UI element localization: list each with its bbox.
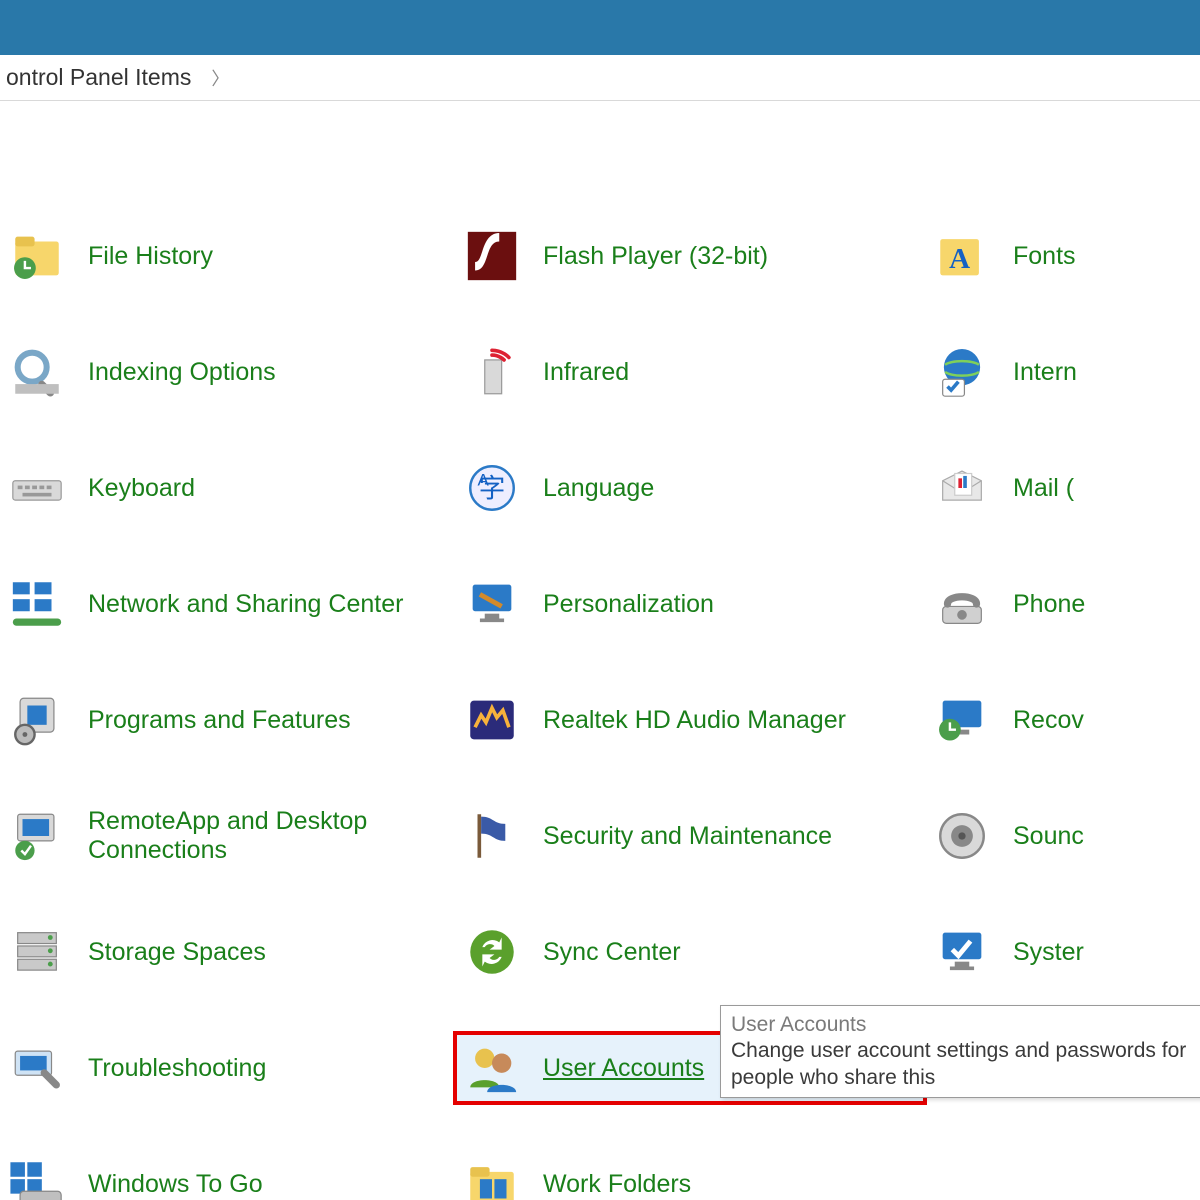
realtek-icon xyxy=(461,689,523,751)
item-infrared[interactable]: Infrared xyxy=(455,337,925,407)
system-icon xyxy=(931,921,993,983)
personalization-icon xyxy=(461,573,523,635)
item-label: Storage Spaces xyxy=(88,938,266,967)
network-icon xyxy=(6,573,68,635)
item-fonts[interactable]: A Fonts xyxy=(925,221,1200,291)
item-label: Security and Maintenance xyxy=(543,822,832,851)
item-label: User Accounts xyxy=(543,1054,704,1083)
flash-icon xyxy=(461,225,523,287)
item-label: Realtek HD Audio Manager xyxy=(543,706,846,735)
item-language[interactable]: 字A Language xyxy=(455,453,925,523)
item-recovery[interactable]: Recov xyxy=(925,685,1200,755)
item-label: Work Folders xyxy=(543,1170,691,1199)
item-troubleshooting[interactable]: Troubleshooting xyxy=(0,1033,455,1103)
item-work-folders[interactable]: Work Folders xyxy=(455,1149,925,1200)
mail-icon xyxy=(931,457,993,519)
item-label: Sync Center xyxy=(543,938,681,967)
item-label: Infrared xyxy=(543,358,629,387)
chevron-right-icon[interactable]: 〉 xyxy=(197,65,243,91)
item-label: Intern xyxy=(1013,358,1077,387)
toolbar-area xyxy=(0,101,1200,201)
fonts-icon: A xyxy=(931,225,993,287)
item-label: Sounc xyxy=(1013,822,1084,851)
item-label: Programs and Features xyxy=(88,706,351,735)
item-label: Network and Sharing Center xyxy=(88,590,403,619)
item-file-history[interactable]: File History xyxy=(0,221,455,291)
item-security-maintenance[interactable]: Security and Maintenance xyxy=(455,801,925,871)
svg-text:A: A xyxy=(949,243,970,275)
item-label: Mail ( xyxy=(1013,474,1074,503)
language-icon: 字A xyxy=(461,457,523,519)
keyboard-icon xyxy=(6,457,68,519)
breadcrumb-bar[interactable]: ontrol Panel Items 〉 xyxy=(0,55,1200,101)
item-sync-center[interactable]: Sync Center xyxy=(455,917,925,987)
phone-icon xyxy=(931,573,993,635)
troubleshooting-icon xyxy=(6,1037,68,1099)
item-label: Troubleshooting xyxy=(88,1054,266,1083)
infrared-icon xyxy=(461,341,523,403)
window-titlebar xyxy=(0,0,1200,55)
user-accounts-icon xyxy=(461,1037,523,1099)
speaker-icon xyxy=(931,805,993,867)
item-storage-spaces[interactable]: Storage Spaces xyxy=(0,917,455,987)
tooltip-title: User Accounts xyxy=(731,1012,1200,1038)
recovery-icon xyxy=(931,689,993,751)
item-system[interactable]: Syster xyxy=(925,917,1200,987)
item-personalization[interactable]: Personalization xyxy=(455,569,925,639)
item-keyboard[interactable]: Keyboard xyxy=(0,453,455,523)
item-realtek-audio[interactable]: Realtek HD Audio Manager xyxy=(455,685,925,755)
folder-history-icon xyxy=(6,225,68,287)
flag-icon xyxy=(461,805,523,867)
globe-options-icon xyxy=(931,341,993,403)
sync-icon xyxy=(461,921,523,983)
windows-to-go-icon xyxy=(6,1153,68,1200)
item-remoteapp[interactable]: RemoteApp and Desktop Connections xyxy=(0,801,455,871)
item-network-sharing[interactable]: Network and Sharing Center xyxy=(0,569,455,639)
item-label: Indexing Options xyxy=(88,358,276,387)
item-programs-features[interactable]: Programs and Features xyxy=(0,685,455,755)
svg-text:A: A xyxy=(478,471,490,490)
item-label: Keyboard xyxy=(88,474,195,503)
item-phone-modem[interactable]: Phone xyxy=(925,569,1200,639)
storage-icon xyxy=(6,921,68,983)
work-folders-icon xyxy=(461,1153,523,1200)
item-label: Fonts xyxy=(1013,242,1076,271)
item-label: Language xyxy=(543,474,654,503)
item-label: Syster xyxy=(1013,938,1084,967)
programs-icon xyxy=(6,689,68,751)
item-label: Flash Player (32-bit) xyxy=(543,242,768,271)
item-windows-to-go[interactable]: Windows To Go xyxy=(0,1149,455,1200)
item-label: Windows To Go xyxy=(88,1170,263,1199)
magnifier-icon xyxy=(6,341,68,403)
item-internet-options[interactable]: Intern xyxy=(925,337,1200,407)
item-mail[interactable]: Mail ( xyxy=(925,453,1200,523)
item-label: Phone xyxy=(1013,590,1085,619)
item-sound[interactable]: Sounc xyxy=(925,801,1200,871)
item-indexing-options[interactable]: Indexing Options xyxy=(0,337,455,407)
item-label: Personalization xyxy=(543,590,714,619)
item-label: RemoteApp and Desktop Connections xyxy=(88,807,408,865)
tooltip-body: Change user account settings and passwor… xyxy=(731,1038,1200,1091)
item-label: File History xyxy=(88,242,213,271)
tooltip-user-accounts: User Accounts Change user account settin… xyxy=(720,1005,1200,1098)
remoteapp-icon xyxy=(6,805,68,867)
empty-cell xyxy=(925,1149,1200,1200)
breadcrumb-current[interactable]: ontrol Panel Items xyxy=(0,64,197,91)
item-label: Recov xyxy=(1013,706,1084,735)
item-flash-player[interactable]: Flash Player (32-bit) xyxy=(455,221,925,291)
